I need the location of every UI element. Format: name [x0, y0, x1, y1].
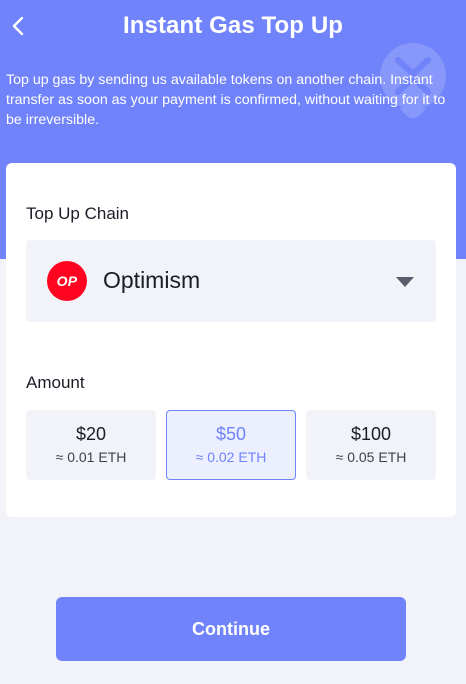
amount-section-label: Amount [26, 373, 85, 392]
amount-option-20[interactable]: $20 ≈ 0.01 ETH [26, 410, 156, 480]
amount-option-50[interactable]: $50 ≈ 0.02 ETH [166, 410, 296, 480]
amount-option-eth: ≈ 0.05 ETH [335, 449, 407, 465]
chain-section-label: Top Up Chain [26, 204, 130, 223]
amount-option-price: $50 [215, 424, 247, 444]
amount-option-eth: ≈ 0.01 ETH [55, 449, 127, 465]
amount-option-100[interactable]: $100 ≈ 0.05 ETH [306, 410, 436, 480]
optimism-logo-icon: OP [47, 261, 87, 301]
amount-option-price: $100 [350, 424, 392, 444]
amount-option-eth: ≈ 0.02 ETH [195, 449, 267, 465]
caret-down-icon [396, 277, 414, 287]
amount-option-price: $20 [75, 424, 107, 444]
top-up-card: Top Up Chain OP Optimism Amount $20 ≈ 0.… [6, 163, 456, 517]
description-text: Top up gas by sending us available token… [6, 72, 446, 128]
gas-top-up-page: Instant Gas Top Up Top up gas by sending… [0, 0, 466, 684]
continue-button[interactable]: Continue [56, 597, 406, 661]
chain-selector[interactable]: OP Optimism [26, 240, 436, 322]
selected-chain-name: Optimism [103, 267, 201, 293]
